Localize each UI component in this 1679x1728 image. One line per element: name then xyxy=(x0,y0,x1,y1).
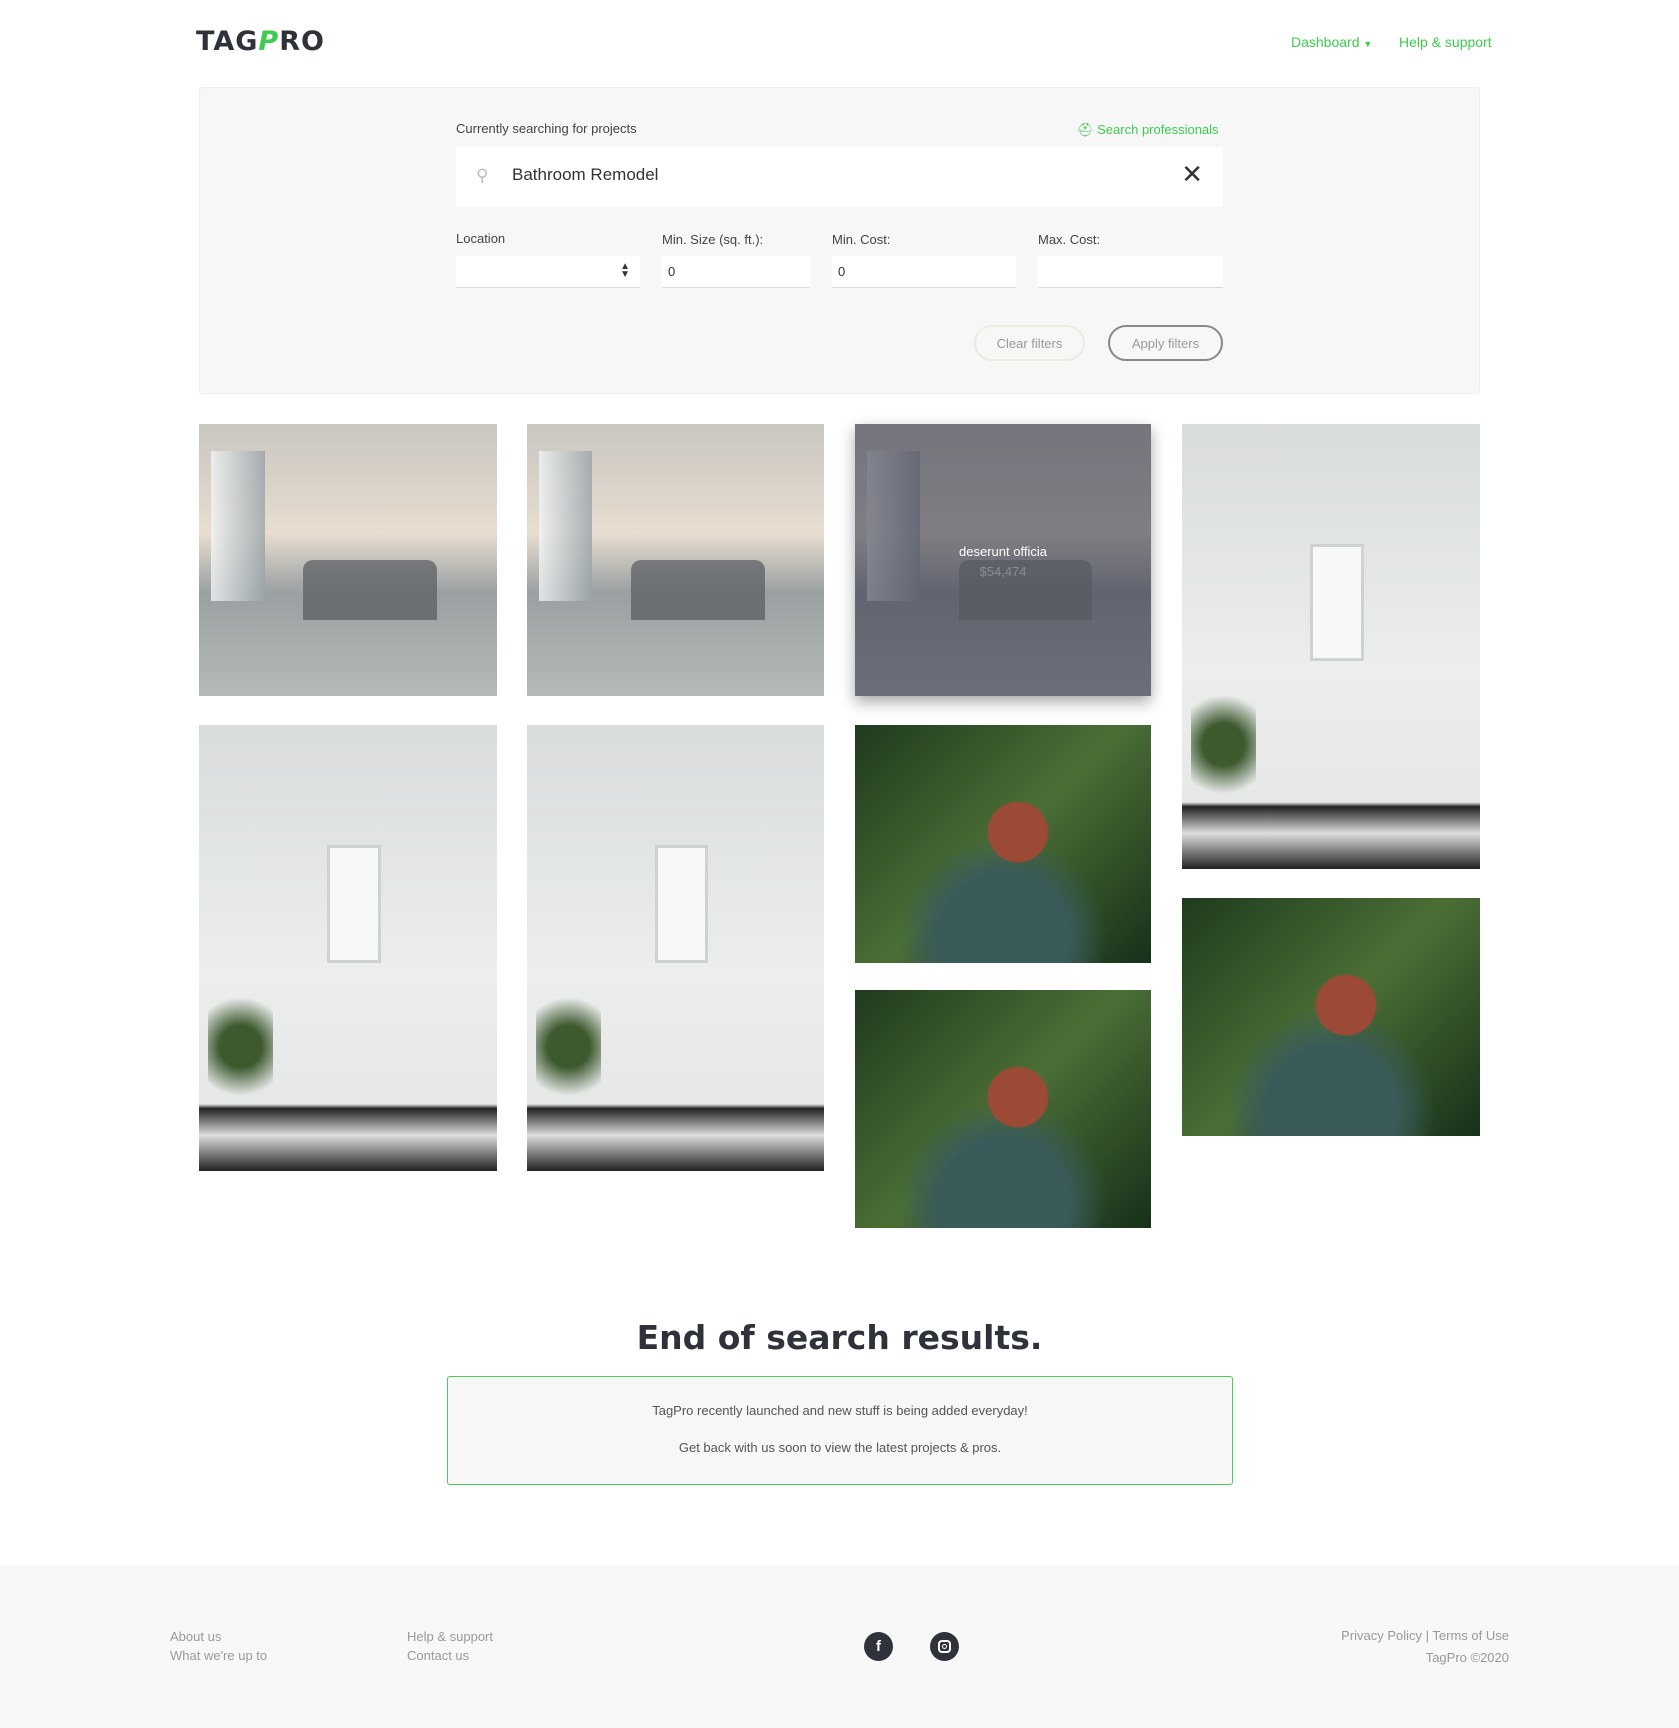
end-notice-box: TagPro recently launched and new stuff i… xyxy=(447,1376,1233,1485)
caret-down-icon: ▼ xyxy=(1363,39,1373,49)
footer-contact-link[interactable]: Contact us xyxy=(407,1648,469,1663)
instagram-icon[interactable] xyxy=(930,1632,959,1661)
search-professionals-link[interactable]: ⛑ Search professionals xyxy=(1077,122,1219,138)
notice-line-1: TagPro recently launched and new stuff i… xyxy=(652,1403,1028,1418)
project-card[interactable] xyxy=(199,725,497,1171)
footer-legal: Privacy Policy | Terms of Use xyxy=(1341,1628,1509,1643)
footer xyxy=(0,1565,1679,1728)
card-title: deserunt officia xyxy=(959,544,1047,559)
min-cost-input[interactable]: 0 xyxy=(832,256,1016,288)
card-overlay: deserunt officia $54,474 xyxy=(855,424,1151,696)
min-size-label: Min. Size (sq. ft.): xyxy=(662,232,764,247)
clear-filters-button[interactable]: Clear filters xyxy=(974,325,1085,361)
project-card[interactable] xyxy=(855,725,1151,963)
search-query: Bathroom Remodel xyxy=(512,165,659,184)
nav-help-support[interactable]: Help & support xyxy=(1399,34,1492,50)
max-cost-input[interactable] xyxy=(1038,256,1223,288)
min-cost-label: Min. Cost: xyxy=(832,232,891,247)
search-heading: Currently searching for projects xyxy=(456,121,637,136)
notice-line-2: Get back with us soon to view the latest… xyxy=(678,1440,1002,1455)
project-card[interactable] xyxy=(527,725,824,1171)
project-card[interactable] xyxy=(527,424,824,696)
sort-arrows-icon: ▲ ▼ xyxy=(620,261,630,280)
separator: | xyxy=(1425,1628,1430,1643)
logo-text-accent: P xyxy=(258,26,280,57)
footer-help-link[interactable]: Help & support xyxy=(407,1629,493,1644)
copyright: TagPro ©2020 xyxy=(1425,1650,1509,1665)
project-card-hovered[interactable]: deserunt officia $54,474 xyxy=(855,424,1151,696)
facebook-icon[interactable]: f xyxy=(864,1632,893,1661)
logo[interactable]: TAGPRO xyxy=(196,26,325,57)
project-card[interactable] xyxy=(855,990,1151,1228)
nav-dashboard-dropdown[interactable]: Dashboard ▼ xyxy=(1291,34,1372,50)
project-card[interactable] xyxy=(1182,898,1480,1136)
project-card[interactable] xyxy=(199,424,497,696)
project-card[interactable] xyxy=(1182,424,1480,869)
card-price: $54,474 xyxy=(979,564,1027,579)
location-select[interactable]: ▲ ▼ xyxy=(456,256,640,288)
search-input[interactable]: ⚲ Bathroom Remodel ✕ xyxy=(456,147,1223,207)
hard-hat-icon: ⛑ xyxy=(1077,122,1094,137)
end-of-results-title: End of search results. xyxy=(636,1318,1043,1357)
apply-filters-button[interactable]: Apply filters xyxy=(1108,325,1223,361)
footer-about-link[interactable]: About us xyxy=(170,1629,221,1644)
search-icon: ⚲ xyxy=(476,166,489,185)
privacy-policy-link[interactable]: Privacy Policy xyxy=(1341,1628,1422,1643)
footer-what-link[interactable]: What we're up to xyxy=(170,1648,267,1663)
terms-link[interactable]: Terms of Use xyxy=(1432,1628,1509,1643)
min-size-input[interactable]: 0 xyxy=(662,256,810,288)
logo-text: RO xyxy=(279,26,325,57)
logo-text: TAG xyxy=(196,26,259,57)
nav-dashboard-label: Dashboard xyxy=(1291,34,1360,50)
clear-search-icon[interactable]: ✕ xyxy=(1181,159,1203,190)
search-professionals-label: Search professionals xyxy=(1097,122,1219,137)
max-cost-label: Max. Cost: xyxy=(1038,232,1101,247)
location-label: Location xyxy=(456,231,506,246)
